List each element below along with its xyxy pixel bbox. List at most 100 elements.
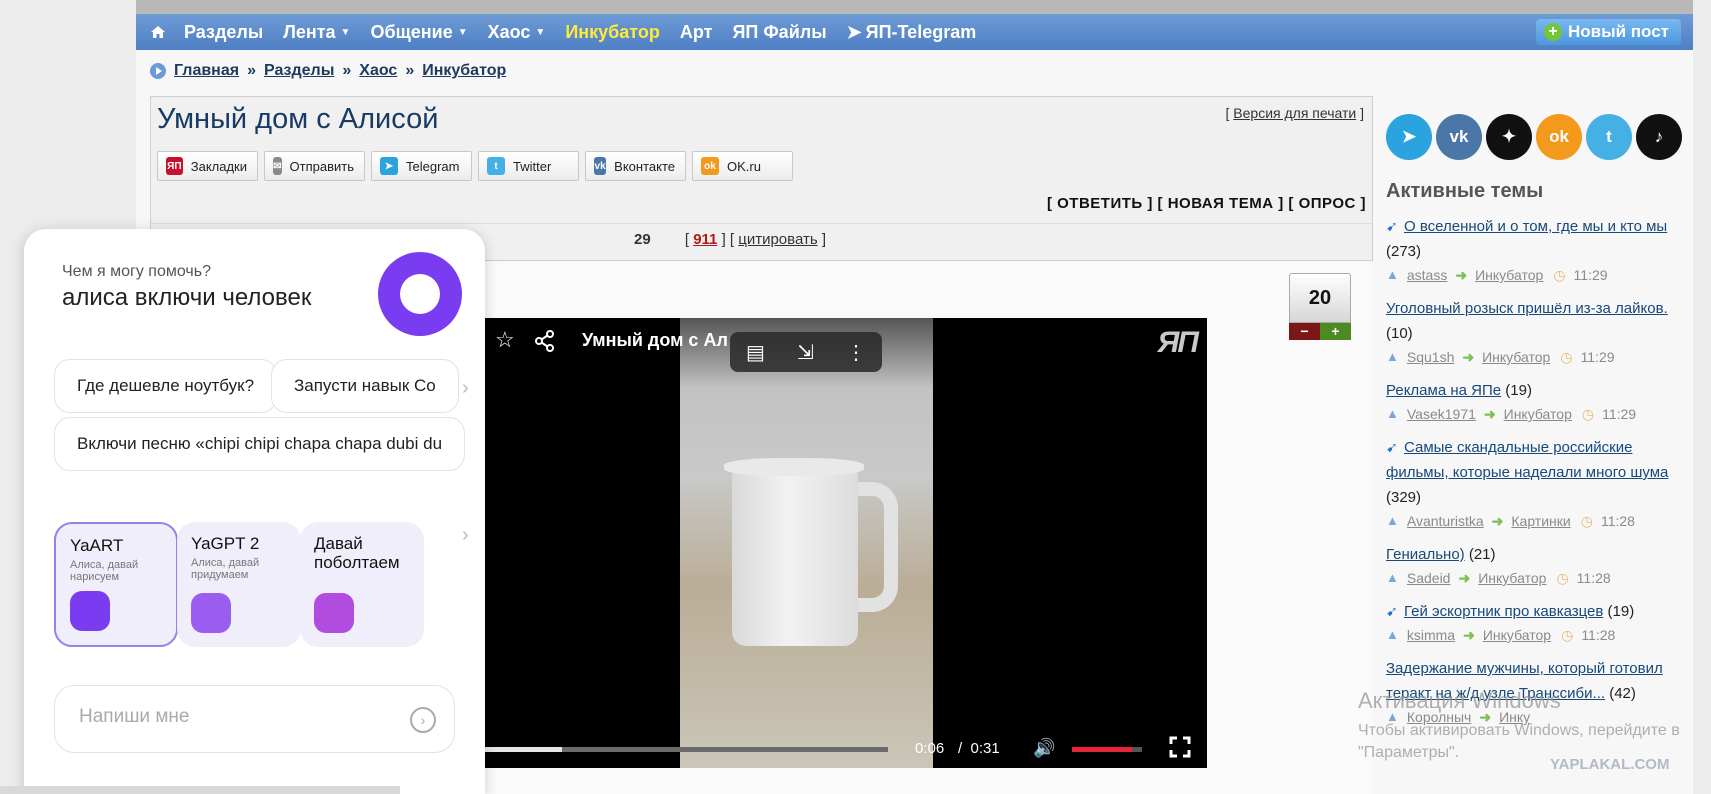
topic-time: 11:29 [1573, 267, 1608, 283]
star-icon[interactable]: ☆ [495, 327, 515, 353]
home-icon[interactable] [150, 25, 166, 39]
volume-icon[interactable]: 🔊 [1033, 738, 1055, 759]
poll-button[interactable]: ОПРОС [1299, 195, 1356, 212]
active-topic-item: ➹ О вселенной и о том, где мы и кто мы (2… [1386, 214, 1686, 286]
send-icon[interactable]: › [410, 707, 436, 733]
video-player[interactable]: ☆ Умный дом с Ал ▤ ⇲ ⋮ ЯП 0:06 / 0:31 🔊 [485, 318, 1207, 768]
nav-item-7[interactable]: ➤ ЯП-Telegram [847, 22, 977, 43]
breadcrumb-chaos[interactable]: Хаос [359, 62, 397, 80]
volume-slider[interactable] [1072, 747, 1142, 752]
share-button-4[interactable]: vk Вконтакте [585, 151, 686, 181]
active-topic-item: Уголовный розыск пришёл из-за лайков. (1… [1386, 296, 1686, 368]
share-button-1[interactable]: ✉ Отправить [264, 151, 365, 181]
share-icon[interactable] [535, 330, 555, 352]
topic-link[interactable]: Гениально) [1386, 546, 1465, 563]
topic-reply-count: (21) [1468, 546, 1496, 563]
telegram-icon[interactable]: ➤ [1386, 114, 1432, 160]
caret-down-icon: ▼ [535, 26, 546, 38]
new-post-label: Новый пост [1567, 22, 1669, 41]
topic-author[interactable]: Squ1sh [1407, 346, 1454, 368]
post-number-link[interactable]: 911 [693, 231, 717, 248]
share-label: Вконтакте [614, 158, 675, 174]
breadcrumb-home[interactable]: Главная [174, 62, 239, 80]
rating-plus-button[interactable]: + [1320, 323, 1351, 340]
hot-icon: ➹ [1386, 439, 1398, 455]
chevron-right-icon[interactable]: › [462, 524, 469, 547]
topic-reply-count: (19) [1607, 603, 1635, 620]
nav-item-0[interactable]: Разделы [184, 22, 263, 43]
user-icon: ▲ [1386, 627, 1399, 642]
more-icon[interactable]: ⋮ [846, 340, 866, 365]
topic-link[interactable]: Уголовный розыск пришёл из-за лайков. [1386, 300, 1668, 317]
topic-section[interactable]: Инкубатор [1482, 346, 1550, 368]
topic-section[interactable]: Инкубатор [1478, 567, 1546, 589]
suggestion-chip[interactable]: Где дешевле ноутбук? [54, 359, 278, 413]
nav-item-label: Хаос [487, 21, 531, 42]
share-buttons: ЯП Закладки ✉ Отправить ➤ Telegram t Twitter vk В… [157, 151, 799, 181]
new-post-button[interactable]: + Новый пост [1535, 19, 1681, 45]
nav-item-label: Разделы [184, 21, 264, 42]
new-topic-button[interactable]: НОВАЯ ТЕМА [1168, 195, 1274, 212]
topic-author[interactable]: Sadeid [1407, 567, 1451, 589]
nav-item-5[interactable]: Арт [680, 22, 713, 43]
topic-actions: [ ОТВЕТИТЬ ] [ НОВАЯ ТЕМА ] [ ОПРОС ] [1046, 195, 1366, 212]
message-input[interactable] [79, 706, 379, 728]
breadcrumb-sections[interactable]: Разделы [264, 62, 334, 80]
odnoklassniki-icon[interactable]: ok [1536, 114, 1582, 160]
nav-item-1[interactable]: Лента ▼ [283, 22, 350, 43]
pip-icon[interactable]: ⇲ [797, 340, 814, 365]
telegram-icon: ➤ [846, 21, 862, 42]
topic-section[interactable]: Инкубатор [1475, 264, 1543, 286]
chevron-right-icon[interactable]: › [462, 377, 469, 400]
nav-item-label: Лента [283, 21, 336, 42]
topic-author[interactable]: Avanturistka [1407, 510, 1484, 532]
nav-item-6[interactable]: ЯП Файлы [732, 22, 826, 43]
fullscreen-icon[interactable] [1169, 736, 1191, 758]
alice-orb-icon[interactable] [378, 252, 462, 336]
nav-item-3[interactable]: Хаос ▼ [488, 22, 546, 43]
topic-reply-count: (329) [1386, 489, 1422, 506]
topic-section[interactable]: Картинки [1511, 510, 1570, 532]
progress-fill [485, 747, 562, 752]
nav-item-label: ЯП-Telegram [865, 21, 977, 42]
nav-item-4[interactable]: Инкубатор [565, 22, 660, 43]
topic-link[interactable]: О вселенной и о том, где мы и кто мы [1404, 218, 1667, 235]
skill-card-2[interactable]: Давай поболтаем [300, 522, 424, 647]
breadcrumb-incubator[interactable]: Инкубатор [422, 62, 506, 80]
print-version-link[interactable]: Версия для печати [1233, 105, 1356, 121]
topic-author[interactable]: astass [1407, 264, 1447, 286]
share-button-0[interactable]: ЯП Закладки [157, 151, 258, 181]
topic-section[interactable]: Инкубатор [1504, 403, 1572, 425]
site-watermark: YAPLAKAL.COM [1550, 756, 1670, 773]
rating-value: 20 [1289, 273, 1351, 323]
subtitles-icon[interactable]: ▤ [746, 340, 765, 365]
quote-link[interactable]: цитировать [738, 231, 817, 248]
nav-item-2[interactable]: Общение ▼ [370, 22, 467, 43]
progress-bar[interactable] [485, 747, 888, 752]
skill-card-title: YaART [70, 536, 124, 555]
share-button-2[interactable]: ➤ Telegram [371, 151, 472, 181]
topic-link[interactable]: Гей эскортник про кавказцев [1404, 603, 1603, 620]
suggestion-chip[interactable]: Включи песню «chipi chipi chapa chapa du… [54, 417, 466, 471]
hot-icon: ➹ [1386, 603, 1398, 619]
topic-author[interactable]: Vasek1971 [1407, 403, 1476, 425]
skill-card-0[interactable]: YaART Алиса, давай нарисуем [54, 522, 178, 647]
twitter-icon[interactable]: t [1586, 114, 1632, 160]
dzen-icon[interactable]: ✦ [1486, 114, 1532, 160]
topic-link[interactable]: Реклама на ЯПе [1386, 382, 1501, 399]
share-button-5[interactable]: ok OK.ru [692, 151, 793, 181]
kettle-lid [724, 458, 864, 476]
topic-link[interactable]: Самые скандальные российские фильмы, кот… [1386, 439, 1668, 481]
skill-card-1[interactable]: YaGPT 2 Алиса, давай придумаем [177, 522, 301, 647]
reply-button[interactable]: ОТВЕТИТЬ [1057, 195, 1143, 212]
tiktok-icon[interactable]: ♪ [1636, 114, 1682, 160]
alice-input[interactable]: › [54, 685, 455, 753]
topic-section[interactable]: Инкубатор [1483, 624, 1551, 646]
skill-card-subtitle: Алиса, давай нарисуем [70, 559, 139, 583]
share-button-3[interactable]: t Twitter [478, 151, 579, 181]
suggestion-chip[interactable]: Запусти навык Со [271, 359, 459, 413]
active-topic-item: Реклама на ЯПе (19) ▲ Vasek1971 ➜ Инкубатор ◷… [1386, 378, 1686, 425]
topic-author[interactable]: ksimma [1407, 624, 1455, 646]
rating-minus-button[interactable]: − [1289, 323, 1320, 340]
vk-icon[interactable]: vk [1436, 114, 1482, 160]
